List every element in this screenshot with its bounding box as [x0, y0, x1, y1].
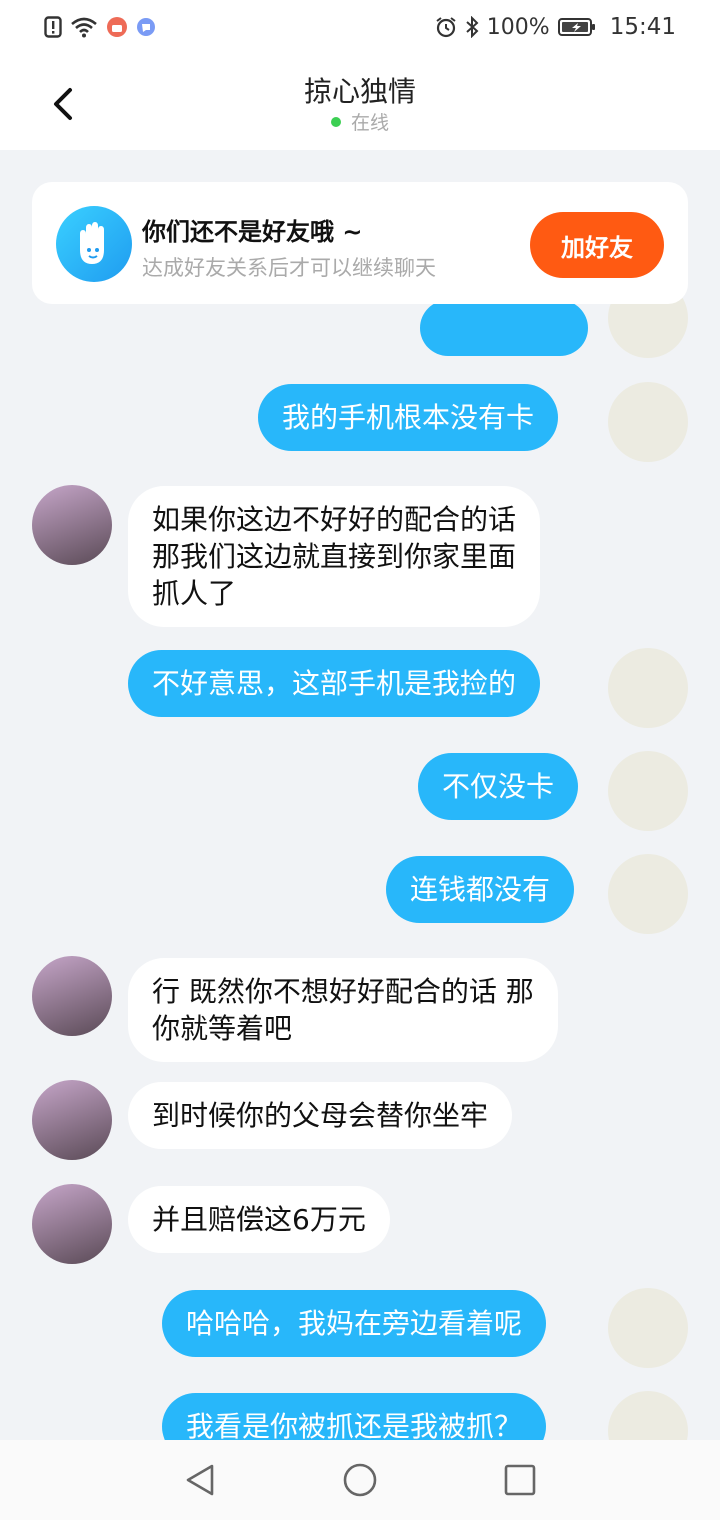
online-status: 在线 [0, 108, 720, 135]
contact-name: 掠心独情 [303, 75, 416, 108]
message-bubble[interactable]: 连钱都没有 [386, 856, 575, 923]
my-avatar[interactable] [608, 751, 688, 831]
contact-avatar[interactable] [32, 956, 112, 1036]
battery-percent: 100% [486, 14, 550, 40]
wifi-icon [70, 16, 98, 38]
message-bubble[interactable]: 到时候你的父母会替你坐牢 [128, 1082, 513, 1149]
contact-avatar[interactable] [32, 1184, 112, 1264]
app-notification-icon [106, 16, 128, 38]
battery-icon [557, 17, 596, 37]
home-nav-icon[interactable] [342, 1462, 378, 1498]
my-avatar[interactable] [608, 1391, 688, 1440]
status-bar: 100% 15:41 [0, 0, 720, 56]
banner-title: 你们还不是好友哦 ~ [142, 218, 363, 246]
bluetooth-icon [465, 16, 479, 38]
banner-subtitle: 达成好友关系后才可以继续聊天 [142, 256, 436, 280]
my-avatar[interactable] [608, 854, 688, 934]
add-friend-banner: 你们还不是好友哦 ~ 达成好友关系后才可以继续聊天 加好友 [32, 182, 688, 304]
system-nav-bar [0, 1440, 720, 1520]
sim-alert-icon [44, 16, 62, 38]
message-bubble[interactable]: 我看是你被抓还是我被抓？ [162, 1393, 547, 1440]
alarm-icon [435, 16, 457, 38]
contact-avatar[interactable] [32, 485, 112, 565]
online-dot [330, 116, 341, 127]
app-notification-icon-2 [136, 17, 156, 37]
message-bubble[interactable]: 并且赔偿这6万元 [128, 1186, 390, 1253]
add-friend-button[interactable]: 加好友 [530, 212, 664, 278]
recents-nav-icon[interactable] [502, 1462, 538, 1498]
my-avatar[interactable] [608, 648, 688, 728]
message-bubble[interactable]: 我的手机根本没有卡 [258, 384, 559, 451]
message-bubble-partial [420, 300, 588, 356]
status-right: 100% 15:41 [435, 12, 676, 42]
message-bubble[interactable]: 哈哈哈，我妈在旁边看着呢 [162, 1290, 547, 1357]
status-left-icons [44, 12, 156, 42]
chat-header: 掠心独情 在线 [0, 56, 720, 150]
wave-hand-icon [56, 206, 132, 282]
message-bubble[interactable]: 不好意思，这部手机是我捡的 [128, 650, 541, 717]
clock: 15:41 [609, 14, 676, 40]
chat-area[interactable]: 你们还不是好友哦 ~ 达成好友关系后才可以继续聊天 加好友 我的手机根本没有卡 … [0, 150, 720, 1440]
message-bubble[interactable]: 行 既然你不想好好配合的话 那 你就等着吧 [128, 958, 558, 1062]
message-bubble[interactable]: 不仅没卡 [418, 753, 579, 820]
my-avatar[interactable] [608, 382, 688, 462]
contact-avatar[interactable] [32, 1080, 112, 1160]
online-status-label: 在线 [350, 112, 389, 134]
back-nav-icon[interactable] [182, 1462, 218, 1498]
my-avatar[interactable] [608, 1288, 688, 1368]
message-bubble[interactable]: 如果你这边不好好的配合的话 那我们这边就直接到你家里面 抓人了 [128, 486, 541, 627]
